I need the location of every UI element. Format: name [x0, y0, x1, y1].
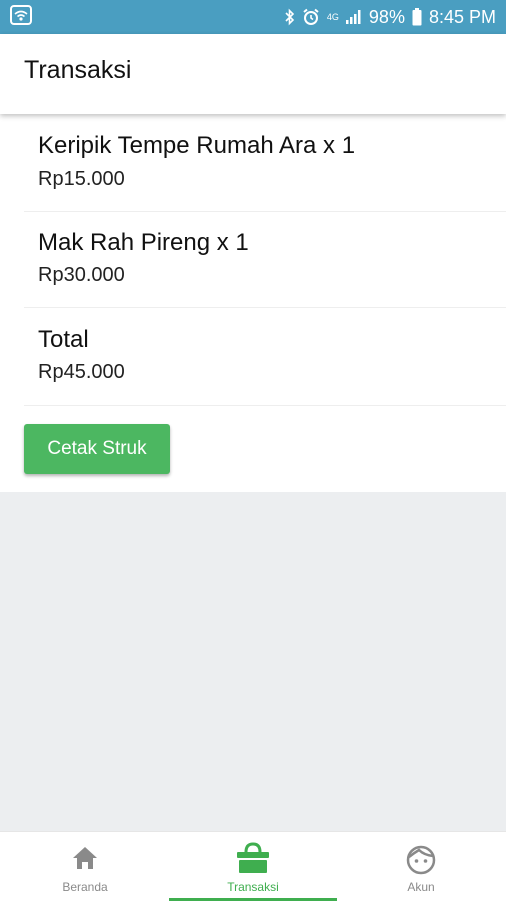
battery-icon — [412, 8, 422, 26]
tab-label: Akun — [407, 880, 435, 894]
total-label: Total — [38, 326, 89, 353]
total-row: Total Rp45.000 — [24, 307, 506, 406]
tab-label: Beranda — [62, 880, 108, 894]
signal-icon — [345, 9, 362, 25]
network-type-label: 4G — [326, 11, 339, 22]
alarm-icon — [302, 8, 320, 26]
face-icon — [406, 845, 436, 880]
item-name: Mak Rah Pireng x 1 — [38, 229, 249, 256]
battery-percent: 98% — [368, 6, 405, 27]
transaction-list: Keripik Tempe Rumah Ara x 1 Rp15.000 Mak… — [0, 114, 506, 492]
page-title: Transaksi — [24, 56, 132, 84]
item-price: Rp30.000 — [38, 264, 125, 286]
app-bar: Transaksi — [0, 34, 506, 114]
print-receipt-button[interactable]: Cetak Struk — [24, 424, 170, 474]
bottom-navigation: Beranda Transaksi Akun — [0, 831, 506, 901]
tab-akun[interactable]: Akun — [337, 832, 505, 901]
tab-transaksi[interactable]: Transaksi — [169, 832, 337, 901]
item-price: Rp15.000 — [38, 168, 125, 190]
status-left — [10, 4, 285, 30]
shopping-bag-icon — [236, 842, 270, 879]
home-icon — [72, 846, 98, 875]
list-item: Mak Rah Pireng x 1 Rp30.000 — [24, 211, 506, 308]
list-item: Keripik Tempe Rumah Ara x 1 Rp15.000 — [24, 114, 506, 212]
tab-beranda[interactable]: Beranda — [1, 832, 169, 901]
tab-label: Transaksi — [227, 880, 279, 894]
wifi-notification-icon — [10, 4, 32, 30]
item-name: Keripik Tempe Rumah Ara x 1 — [38, 132, 356, 159]
status-right: 4G 98% 8:45 PM — [285, 7, 496, 28]
status-bar: 4G 98% 8:45 PM — [0, 0, 506, 34]
total-value: Rp45.000 — [38, 361, 125, 383]
bluetooth-icon — [285, 8, 295, 26]
clock: 8:45 PM — [428, 6, 496, 27]
